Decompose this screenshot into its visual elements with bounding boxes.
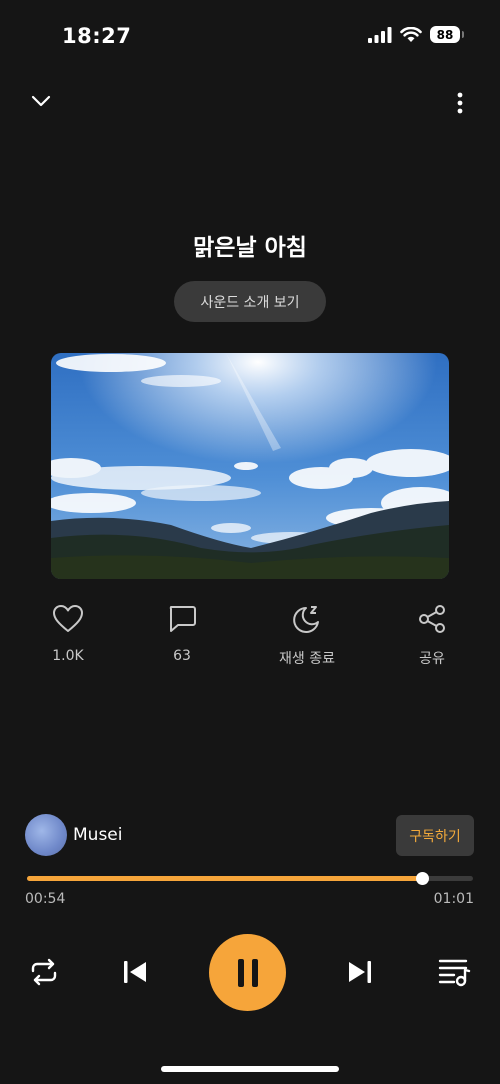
skip-previous-icon <box>124 961 146 983</box>
sleep-timer-label: 재생 종료 <box>279 651 335 667</box>
status-icons: 88 <box>368 26 464 43</box>
more-options-button[interactable] <box>450 90 470 116</box>
share-button[interactable]: 공유 <box>377 604 487 668</box>
cover-image <box>51 353 449 579</box>
pause-icon <box>237 958 258 987</box>
share-icon <box>419 605 445 633</box>
battery-level: 88 <box>436 27 454 42</box>
repeat-icon <box>31 958 57 986</box>
repeat-button[interactable] <box>24 952 64 992</box>
sleep-timer-button[interactable]: 재생 종료 <box>252 604 362 668</box>
channel-avatar[interactable] <box>25 814 67 856</box>
comment-count: 63 <box>173 648 191 664</box>
like-button[interactable]: 1.0K <box>13 604 123 664</box>
home-indicator <box>161 1066 339 1072</box>
battery-icon: 88 <box>430 26 464 43</box>
more-vertical-icon <box>457 92 463 114</box>
progress-thumb[interactable] <box>415 872 429 885</box>
like-count: 1.0K <box>52 648 84 664</box>
progress-fill <box>27 876 422 881</box>
sound-intro-button[interactable]: 사운드 소개 보기 <box>174 281 326 322</box>
skip-next-icon <box>349 961 371 983</box>
total-time: 01:01 <box>433 891 474 907</box>
previous-button[interactable] <box>115 952 155 992</box>
pause-button[interactable] <box>209 934 286 1011</box>
playlist-icon <box>438 959 471 987</box>
status-time: 18:27 <box>62 24 132 48</box>
moon-sleep-icon <box>293 606 319 633</box>
heart-icon <box>53 605 83 632</box>
progress-bar[interactable] <box>27 872 473 885</box>
next-button[interactable] <box>340 952 380 992</box>
comment-icon <box>169 606 196 632</box>
subscribe-button[interactable]: 구독하기 <box>396 815 474 856</box>
channel-name[interactable]: Musei <box>73 825 122 845</box>
track-title: 맑은날 아침 <box>193 235 307 261</box>
current-time: 00:54 <box>25 891 66 907</box>
wifi-icon <box>400 26 422 42</box>
playlist-button[interactable] <box>434 952 474 992</box>
collapse-button[interactable] <box>28 88 54 114</box>
chevron-down-icon <box>31 95 51 107</box>
share-label: 공유 <box>419 651 445 667</box>
comment-button[interactable]: 63 <box>127 604 237 664</box>
signal-icon <box>368 26 392 43</box>
